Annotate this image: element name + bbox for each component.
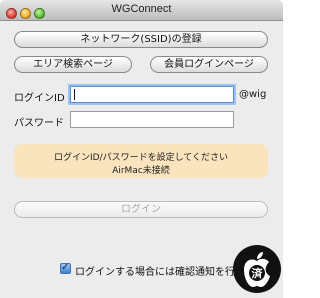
login-id-input[interactable] [70,86,234,103]
checkmark-icon: ✓ [61,262,70,273]
status-notice: ログインID/パスワードを設定してください AirMac未接続 [14,144,268,178]
notice-message: ログインID/パスワードを設定してください [53,153,229,163]
login-id-label: ログインID [14,93,65,104]
apple-watermark-badge: 済 [233,245,281,293]
login-id-domain-suffix: @wig [239,89,267,100]
confirm-notification-label: ログインする場合には確認通知を行う [75,267,245,278]
password-label: パスワード [14,118,64,129]
area-search-button[interactable]: エリア検索ページ [14,56,132,73]
airmac-status: AirMac未接続 [112,166,170,176]
login-button[interactable]: ログイン [14,201,268,218]
confirm-notification-checkbox[interactable]: ✓ [60,262,71,274]
password-input[interactable] [70,111,234,128]
text-cursor [74,89,75,100]
register-ssid-button[interactable]: ネットワーク(SSID)の登録 [14,31,268,48]
watermark-text: 済 [252,266,264,280]
window-title: WGConnect [111,3,172,15]
member-login-page-button[interactable]: 会員ログインページ [150,56,268,73]
title-bar[interactable]: WGConnect [0,0,283,21]
apple-logo-icon: 済 [244,252,270,287]
